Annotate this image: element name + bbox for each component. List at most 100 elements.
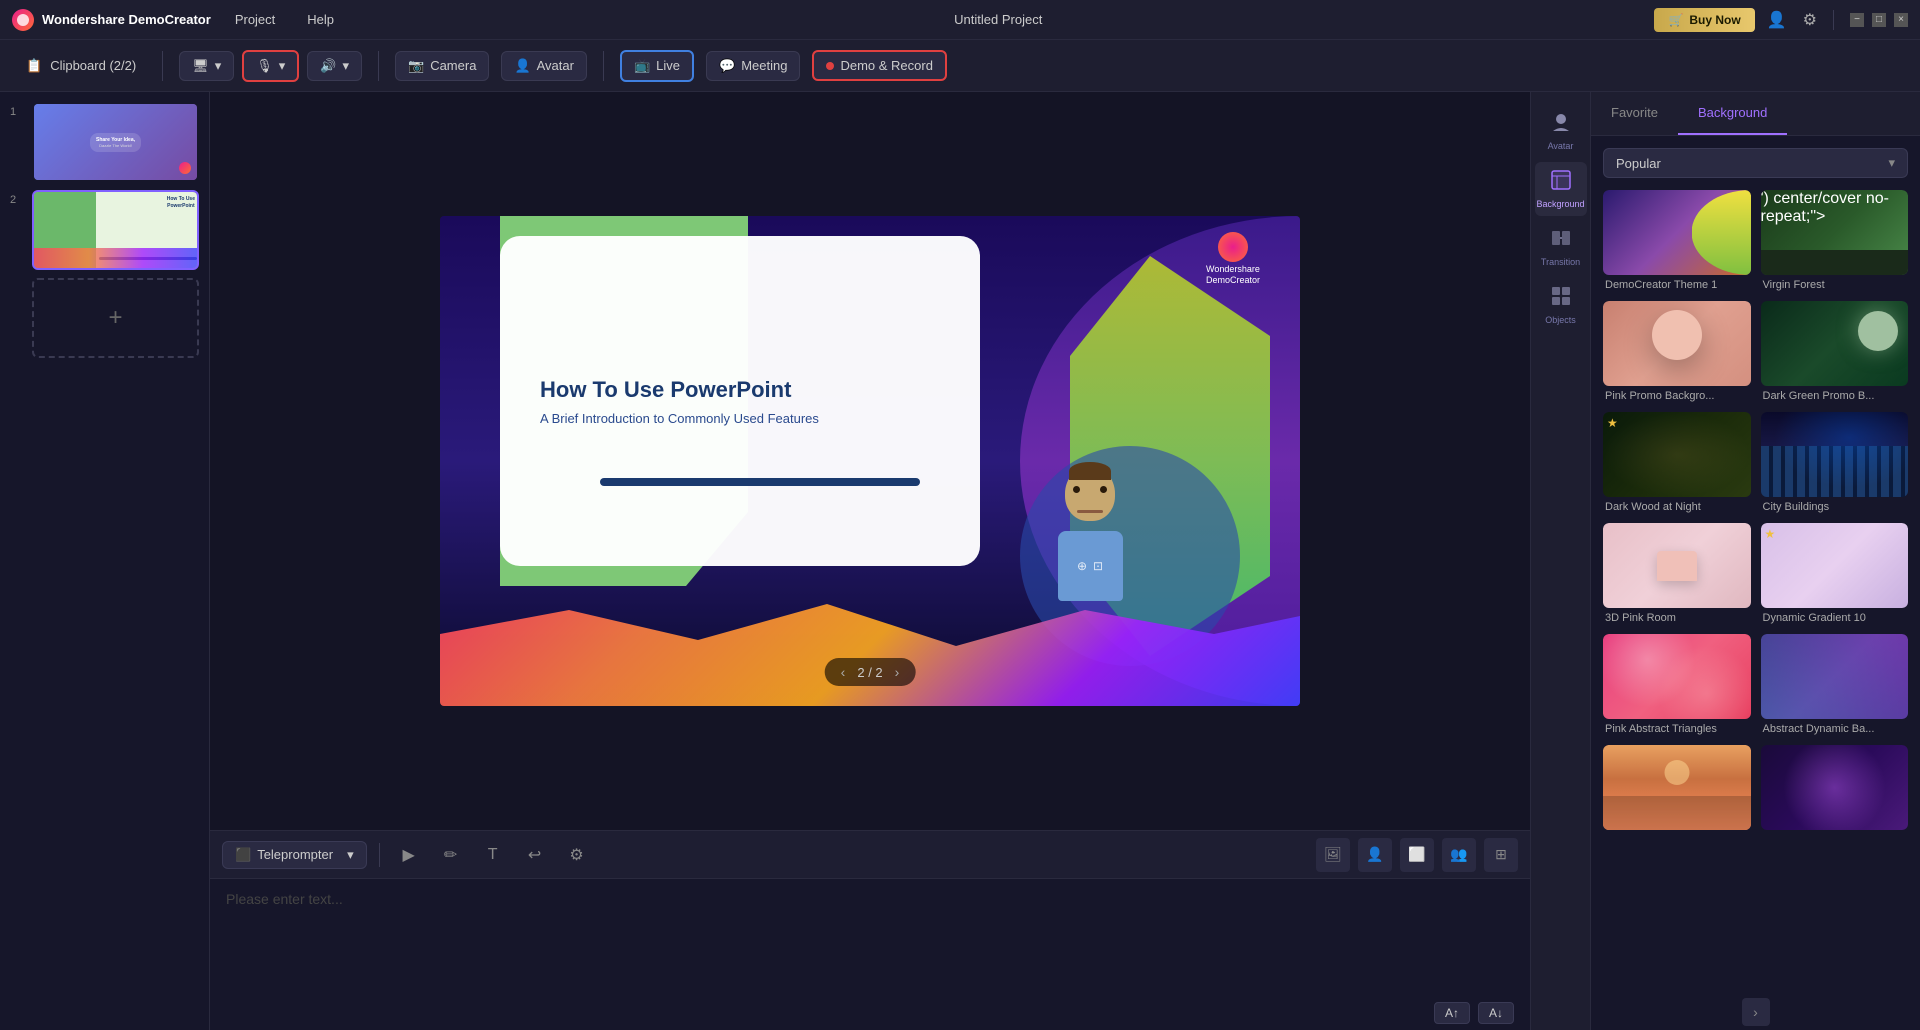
- bg-thumb-dark-green: [1761, 301, 1909, 386]
- avatar-tool-label: Avatar: [1548, 141, 1574, 151]
- buy-now-button[interactable]: 🛒 Buy Now: [1654, 8, 1754, 32]
- bg-item-city-buildings[interactable]: City Buildings: [1761, 412, 1909, 513]
- screen-record-button[interactable]: 🖥 ▾: [179, 51, 234, 81]
- buy-now-label: Buy Now: [1689, 13, 1740, 27]
- tab-background[interactable]: Background: [1678, 92, 1787, 135]
- bg-label-3d-pink: 3D Pink Room: [1603, 608, 1751, 624]
- media-tools-group: 🖥 ▾ 🎙 ▾ 🔊 ▾: [179, 50, 362, 82]
- bg-item-bottom-1[interactable]: [1603, 745, 1751, 834]
- speaker-button[interactable]: 🔊 ▾: [307, 51, 362, 81]
- bg-item-dark-wood[interactable]: ★ Dark Wood at Night: [1603, 412, 1751, 513]
- slide-thumb-2[interactable]: How To Use PowerPoint: [32, 190, 199, 270]
- clipboard-label: Clipboard (2/2): [50, 58, 136, 73]
- toolbar-sep-3: [603, 51, 604, 81]
- font-increase-button[interactable]: A↑: [1434, 1002, 1470, 1024]
- screen-icon: 🖥: [192, 58, 209, 74]
- bg-item-bottom-2[interactable]: [1761, 745, 1909, 834]
- bg-item-dark-green[interactable]: Dark Green Promo B...: [1761, 301, 1909, 402]
- slide-navigation: ‹ 2 / 2 ›: [825, 658, 916, 686]
- add-icon: +: [108, 304, 122, 332]
- add-slide-button[interactable]: +: [32, 278, 199, 358]
- menu-project[interactable]: Project: [227, 8, 283, 31]
- slide-number-1: 1: [10, 102, 24, 118]
- slide-decorative-line: [600, 478, 920, 486]
- toolbar-sep-1: [162, 51, 163, 81]
- slide-logo-text: WondershareDemoCreator: [1206, 264, 1260, 286]
- bg-label-democreator: DemoCreator Theme 1: [1603, 275, 1751, 291]
- bg-item-pink-abstract[interactable]: Pink Abstract Triangles: [1603, 634, 1751, 735]
- bg-item-3d-pink[interactable]: 3D Pink Room: [1603, 523, 1751, 624]
- teleprompter-mode-selector[interactable]: ⬛ Teleprompter ▾: [222, 841, 367, 869]
- bg-item-pink-promo[interactable]: Pink Promo Backgro...: [1603, 301, 1751, 402]
- tp-grid-button[interactable]: ⊞: [1484, 838, 1518, 872]
- menu-help[interactable]: Help: [299, 8, 342, 31]
- teleprompter-play-button[interactable]: ▶: [392, 838, 426, 872]
- slide-content-box: How To Use PowerPoint A Brief Introducti…: [500, 236, 980, 566]
- tool-transition[interactable]: Transition: [1535, 220, 1587, 274]
- gallery-scroll-down-button[interactable]: ›: [1742, 998, 1770, 1026]
- tp-box-button[interactable]: ⬜: [1400, 838, 1434, 872]
- tab-background-label: Background: [1698, 105, 1767, 120]
- live-icon: 📺: [634, 58, 650, 74]
- title-bar: Wondershare DemoCreator Project Help Unt…: [0, 0, 1920, 40]
- live-button[interactable]: 📺 Live: [620, 50, 694, 82]
- right-content: Favorite Background Popular ▾: [1591, 92, 1920, 1030]
- bg-item-democreator[interactable]: DemoCreator Theme 1: [1603, 190, 1751, 291]
- slide-prev-button[interactable]: ‹: [841, 664, 846, 680]
- minimize-button[interactable]: −: [1850, 13, 1864, 27]
- teleprompter-pen-button[interactable]: ✏: [434, 838, 468, 872]
- background-grid: DemoCreator Theme 1 ') center/cover no-r…: [1603, 190, 1908, 834]
- bg-item-abstract-dynamic[interactable]: Abstract Dynamic Ba...: [1761, 634, 1909, 735]
- user-icon[interactable]: 👤: [1767, 10, 1787, 30]
- meeting-button[interactable]: 💬 Meeting: [706, 51, 800, 81]
- camera-button[interactable]: 📷 Camera: [395, 51, 489, 81]
- clipboard-button[interactable]: 📋 Clipboard (2/2): [16, 52, 146, 80]
- titlebar-separator: [1833, 10, 1834, 30]
- rec-dot: [826, 62, 834, 70]
- logo-icon: [12, 9, 34, 31]
- teleprompter-arrow-button[interactable]: ↩: [518, 838, 552, 872]
- tab-favorite[interactable]: Favorite: [1591, 92, 1678, 135]
- avatar-hair: [1069, 462, 1111, 480]
- bg-thumb-democreator: [1603, 190, 1751, 275]
- slide-thumb-1[interactable]: Share Your Idea, Dazzle The World!: [32, 102, 199, 182]
- avatar-tool-icon: [1550, 111, 1572, 138]
- slide-item-1: 1 Share Your Idea, Dazzle The World!: [10, 102, 199, 182]
- avatar-body-controls: ⊕ ⊡: [1077, 559, 1103, 573]
- slide-number-2: 2: [10, 190, 24, 206]
- tool-background[interactable]: Background: [1535, 162, 1587, 216]
- avatar-button[interactable]: 👤 Avatar: [501, 51, 587, 81]
- right-tools: Avatar Background Transition Objects: [1531, 92, 1591, 1030]
- tool-avatar[interactable]: Avatar: [1535, 104, 1587, 158]
- close-button[interactable]: ×: [1894, 13, 1908, 27]
- bg-thumb-3d-pink: [1603, 523, 1751, 608]
- font-decrease-button[interactable]: A↓: [1478, 1002, 1514, 1024]
- avatar-label: Avatar: [537, 58, 574, 73]
- filter-dropdown[interactable]: Popular ▾: [1603, 148, 1908, 178]
- app-name: Wondershare DemoCreator: [42, 12, 211, 27]
- toolbar-sep-2: [378, 51, 379, 81]
- avatar-mouth: [1077, 510, 1103, 513]
- maximize-button[interactable]: □: [1872, 13, 1886, 27]
- bg-item-dynamic-10[interactable]: ★ Dynamic Gradient 10: [1761, 523, 1909, 624]
- teleprompter-text-area[interactable]: Please enter text...: [210, 879, 1530, 996]
- bg-label-dark-wood: Dark Wood at Night: [1603, 497, 1751, 513]
- tool-objects[interactable]: Objects: [1535, 278, 1587, 332]
- demo-record-button[interactable]: Demo & Record: [812, 50, 946, 81]
- tp-person-button[interactable]: 👤: [1358, 838, 1392, 872]
- avatar-head: [1065, 466, 1115, 521]
- background-tool-icon: [1550, 169, 1572, 196]
- bg-item-virgin-forest[interactable]: ') center/cover no-repeat;"> Virgin Fore…: [1761, 190, 1909, 291]
- slide-next-button[interactable]: ›: [895, 664, 900, 680]
- settings-icon[interactable]: ⚙: [1803, 10, 1817, 30]
- teleprompter-settings-button[interactable]: ⚙: [560, 838, 594, 872]
- microphone-button[interactable]: 🎙 ▾: [242, 50, 299, 82]
- tp-img-button[interactable]: 🖼: [1316, 838, 1350, 872]
- bg-label-bottom-1: [1603, 830, 1751, 834]
- slide-logo: WondershareDemoCreator: [1206, 232, 1260, 286]
- tp-user-button[interactable]: 👥: [1442, 838, 1476, 872]
- favorite-star-8: ★: [1765, 527, 1776, 541]
- teleprompter-text-button[interactable]: T: [476, 838, 510, 872]
- main-layout: 1 Share Your Idea, Dazzle The World! 2: [0, 92, 1920, 1030]
- speaker-icon: 🔊: [320, 58, 336, 74]
